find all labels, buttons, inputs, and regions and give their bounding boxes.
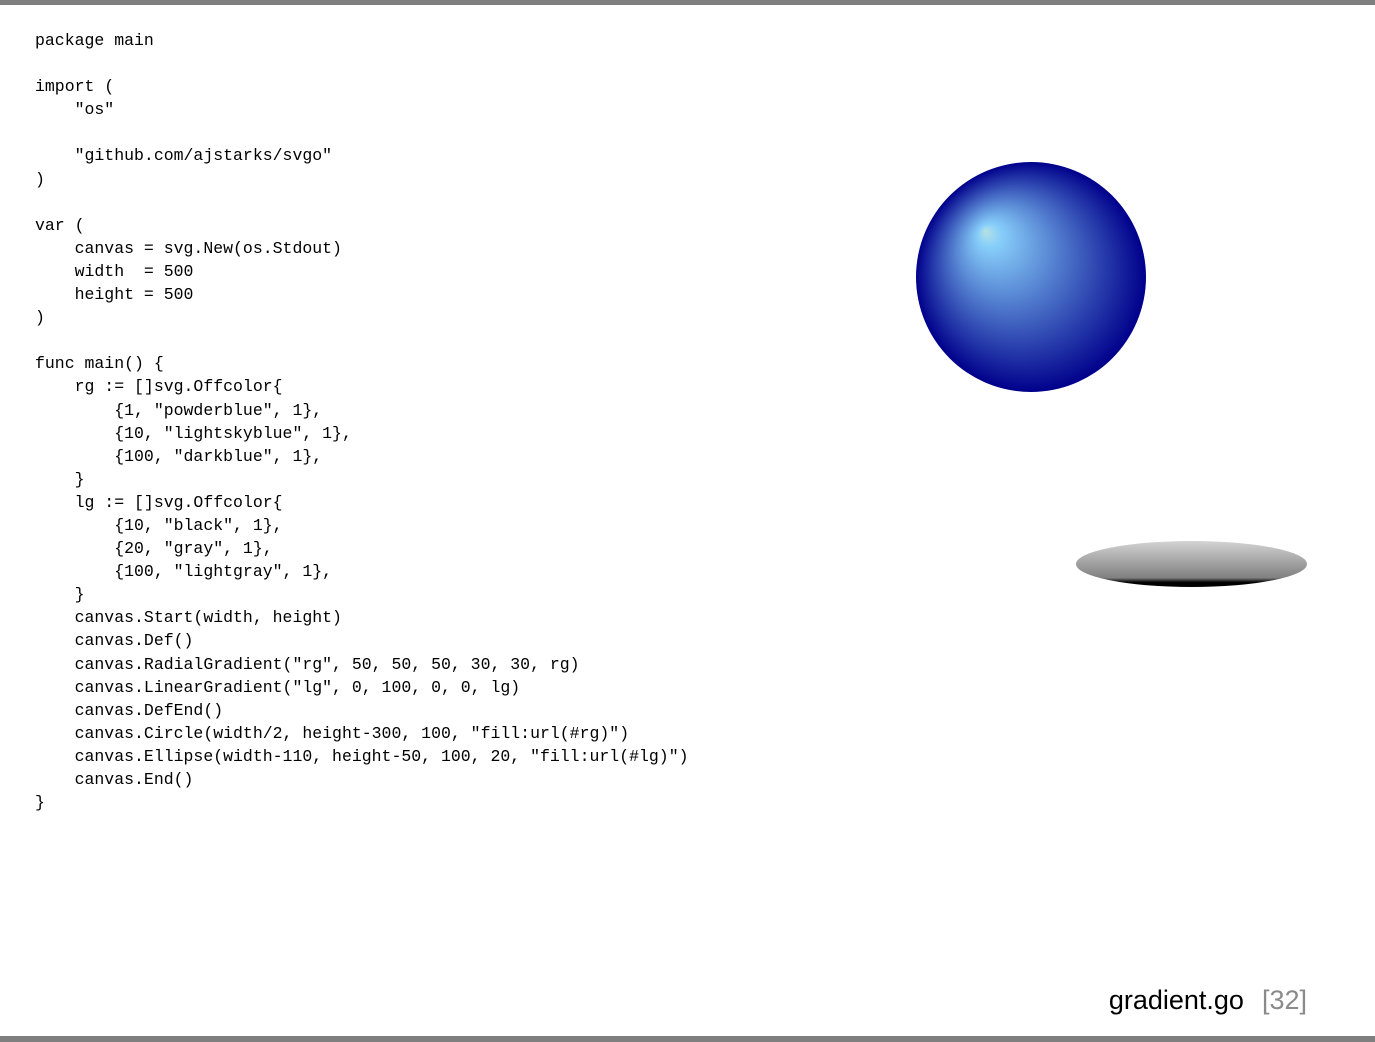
slide-page-number: [32] — [1261, 985, 1307, 1015]
slide-filename: gradient.go — [1108, 985, 1244, 1015]
svg-render-output — [916, 162, 1307, 587]
slide-footer: gradient.go [32] — [1109, 983, 1307, 1017]
bottom-frame-bar — [0, 1036, 1375, 1042]
gradient-circle — [916, 162, 1146, 392]
gradient-ellipse — [1076, 541, 1307, 587]
